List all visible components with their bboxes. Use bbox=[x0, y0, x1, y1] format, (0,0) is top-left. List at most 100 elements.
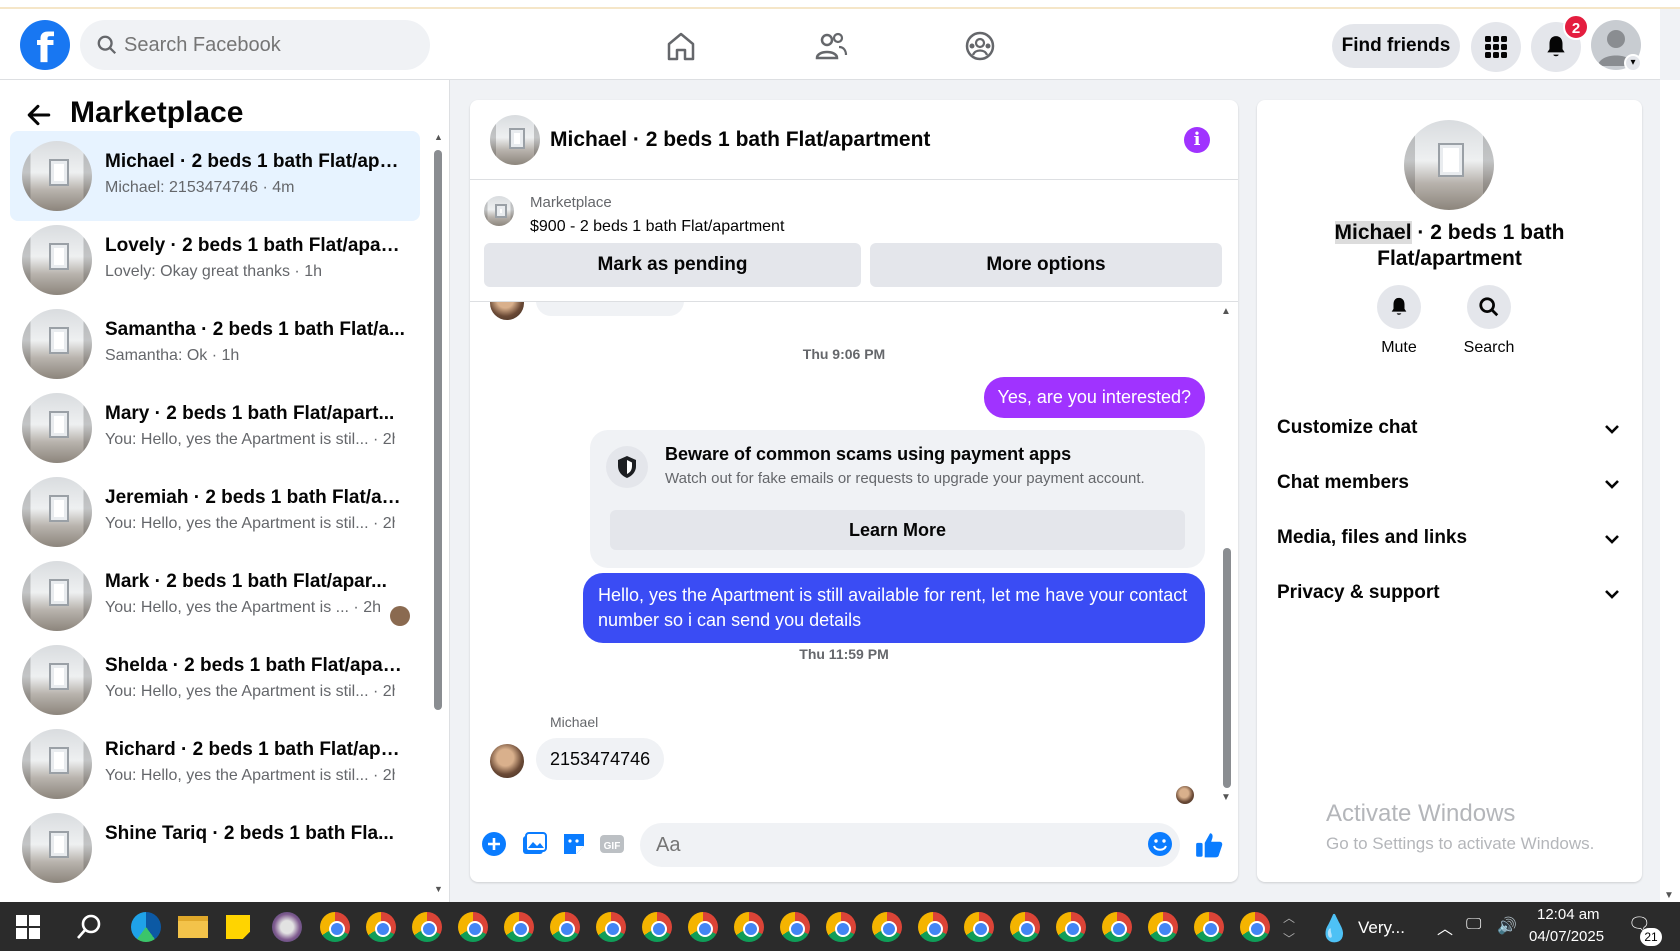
show-hidden-icons[interactable]: ︿ bbox=[1437, 915, 1453, 939]
chrome-browser-icon[interactable] bbox=[734, 912, 764, 942]
edge-browser-icon[interactable] bbox=[131, 912, 161, 942]
conversation-item[interactable]: Jeremiah · 2 beds 1 bath Flat/ap... You: … bbox=[10, 467, 420, 557]
chrome-browser-icon[interactable] bbox=[1194, 912, 1224, 942]
windows-start-icon[interactable] bbox=[16, 915, 40, 939]
chrome-browser-icon[interactable] bbox=[320, 912, 350, 942]
listing-thumbnail bbox=[22, 309, 92, 379]
scroll-down-icon[interactable]: ▼ bbox=[434, 884, 443, 894]
clock-date[interactable]: 04/07/2025 bbox=[1529, 928, 1604, 945]
conversation-item[interactable]: Michael · 2 beds 1 bath Flat/apa... Micha… bbox=[10, 131, 420, 221]
info-section-label: Chat members bbox=[1277, 472, 1409, 493]
search-box[interactable] bbox=[80, 20, 430, 70]
chrome-browser-icon[interactable] bbox=[964, 912, 994, 942]
chrome-browser-icon[interactable] bbox=[550, 912, 580, 942]
facebook-logo[interactable]: f bbox=[20, 20, 70, 70]
incoming-message[interactable]: 2153474746 bbox=[536, 738, 665, 780]
avatar[interactable] bbox=[490, 744, 524, 778]
conversation-item[interactable]: Shelda · 2 beds 1 bath Flat/apart... You:… bbox=[10, 635, 420, 725]
info-section-row[interactable]: Customize chat bbox=[1277, 417, 1622, 457]
page-scrollbar[interactable]: ▼ bbox=[1660, 80, 1680, 902]
more-options-button[interactable]: More options bbox=[870, 243, 1222, 287]
info-section-row[interactable]: Privacy & support bbox=[1277, 582, 1622, 622]
list-scrollbar[interactable]: ▲ bbox=[432, 132, 443, 710]
chat-title[interactable]: Michael · 2 beds 1 bath Flat/apartment bbox=[550, 128, 930, 152]
chrome-browser-icon[interactable] bbox=[366, 912, 396, 942]
learn-more-button[interactable]: Learn More bbox=[610, 510, 1185, 550]
chrome-browser-icon[interactable] bbox=[1056, 912, 1086, 942]
outgoing-message[interactable]: Hello, yes the Apartment is still availa… bbox=[583, 573, 1205, 643]
chrome-browser-icon[interactable] bbox=[1148, 912, 1178, 942]
sticker-icon[interactable] bbox=[560, 830, 588, 858]
message-input[interactable] bbox=[640, 823, 1180, 867]
conversation-item[interactable]: Richard · 2 beds 1 bath Flat/apar... You:… bbox=[10, 719, 420, 809]
search-in-chat-button[interactable]: Search bbox=[1449, 285, 1529, 357]
chrome-browser-icon[interactable] bbox=[1010, 912, 1040, 942]
weather-icon[interactable]: 💧 bbox=[1318, 913, 1350, 944]
listing-thumbnail[interactable] bbox=[490, 115, 540, 165]
find-friends-button[interactable]: Find friends bbox=[1332, 24, 1460, 68]
gif-icon[interactable]: GIF bbox=[598, 830, 626, 858]
paint-icon[interactable] bbox=[272, 912, 302, 942]
notification-badge: 2 bbox=[1563, 14, 1589, 40]
file-explorer-icon[interactable] bbox=[178, 916, 208, 938]
chrome-browser-icon[interactable] bbox=[1102, 912, 1132, 942]
mark-as-pending-button[interactable]: Mark as pending bbox=[484, 243, 861, 287]
home-icon[interactable] bbox=[661, 26, 701, 66]
chrome-browser-icon[interactable] bbox=[504, 912, 534, 942]
chrome-browser-icon[interactable] bbox=[826, 912, 856, 942]
listing-profile-picture[interactable] bbox=[1404, 120, 1494, 210]
chevron-up-icon[interactable]: ︿ bbox=[1283, 909, 1295, 926]
search-input[interactable] bbox=[124, 20, 414, 70]
conversation-title: Samantha · 2 beds 1 bath Flat/a... bbox=[105, 319, 405, 340]
network-icon[interactable]: 🖵 bbox=[1466, 916, 1481, 934]
chat-scrollbar[interactable]: ▲ ▼ bbox=[1220, 306, 1234, 806]
message-composer: GIF bbox=[470, 807, 1238, 882]
listing-price[interactable]: $900 - 2 beds 1 bath Flat/apartment bbox=[530, 218, 784, 236]
info-section-row[interactable]: Chat members bbox=[1277, 472, 1622, 512]
scroll-down-icon[interactable]: ▼ bbox=[1664, 890, 1674, 901]
groups-icon[interactable] bbox=[960, 26, 1000, 66]
outgoing-message[interactable]: Yes, are you interested? bbox=[983, 377, 1205, 418]
conversation-item[interactable]: Samantha · 2 beds 1 bath Flat/a... Samant… bbox=[10, 299, 420, 389]
conversation-title: Richard · 2 beds 1 bath Flat/apar... bbox=[105, 739, 405, 760]
info-section-label: Customize chat bbox=[1277, 417, 1418, 438]
scroll-up-icon[interactable]: ▲ bbox=[434, 132, 443, 142]
scam-warning-title: Beware of common scams using payment app… bbox=[665, 444, 1072, 464]
chevron-down-icon[interactable]: ▾ bbox=[1624, 54, 1642, 72]
sticky-notes-icon[interactable] bbox=[226, 915, 250, 939]
chrome-browser-icon[interactable] bbox=[642, 912, 672, 942]
plus-icon[interactable] bbox=[480, 830, 508, 858]
chevron-down-icon bbox=[1605, 590, 1619, 599]
chevron-down-icon[interactable]: ﹀ bbox=[1283, 930, 1295, 947]
emoji-icon[interactable] bbox=[1146, 830, 1174, 858]
info-section-row[interactable]: Media, files and links bbox=[1277, 527, 1622, 567]
chat-info-title: Michael · 2 beds 1 bath Flat/apartment bbox=[1277, 220, 1622, 272]
photo-icon[interactable] bbox=[520, 830, 548, 858]
chrome-browser-icon[interactable] bbox=[780, 912, 810, 942]
chrome-browser-icon[interactable] bbox=[688, 912, 718, 942]
scroll-down-icon[interactable]: ▼ bbox=[1221, 792, 1231, 803]
clock-time[interactable]: 12:04 am bbox=[1537, 906, 1600, 923]
listing-small-thumbnail[interactable] bbox=[484, 196, 514, 226]
chrome-browser-icon[interactable] bbox=[412, 912, 442, 942]
scroll-up-icon[interactable]: ▲ bbox=[1221, 306, 1231, 317]
chrome-browser-icon[interactable] bbox=[1240, 912, 1270, 942]
menu-button[interactable] bbox=[1471, 22, 1521, 72]
chrome-browser-icon[interactable] bbox=[458, 912, 488, 942]
listing-thumbnail bbox=[22, 477, 92, 547]
search-icon[interactable] bbox=[74, 912, 104, 942]
weather-text[interactable]: Very... bbox=[1358, 918, 1405, 938]
back-arrow-icon[interactable] bbox=[26, 102, 52, 128]
volume-icon[interactable]: 🔊 bbox=[1497, 916, 1517, 936]
chrome-browser-icon[interactable] bbox=[918, 912, 948, 942]
friends-icon[interactable] bbox=[811, 26, 851, 66]
conversation-item[interactable]: Mark · 2 beds 1 bath Flat/apar... You: He… bbox=[10, 551, 420, 641]
info-icon[interactable]: i bbox=[1184, 127, 1210, 153]
conversation-item[interactable]: Shine Tariq · 2 beds 1 bath Fla... bbox=[10, 803, 420, 893]
thumbs-up-icon[interactable] bbox=[1194, 830, 1224, 860]
mute-button[interactable]: Mute bbox=[1359, 285, 1439, 357]
chrome-browser-icon[interactable] bbox=[596, 912, 626, 942]
chrome-browser-icon[interactable] bbox=[872, 912, 902, 942]
conversation-item[interactable]: Mary · 2 beds 1 bath Flat/apart... You: H… bbox=[10, 383, 420, 473]
conversation-item[interactable]: Lovely · 2 beds 1 bath Flat/apart... Love… bbox=[10, 215, 420, 305]
